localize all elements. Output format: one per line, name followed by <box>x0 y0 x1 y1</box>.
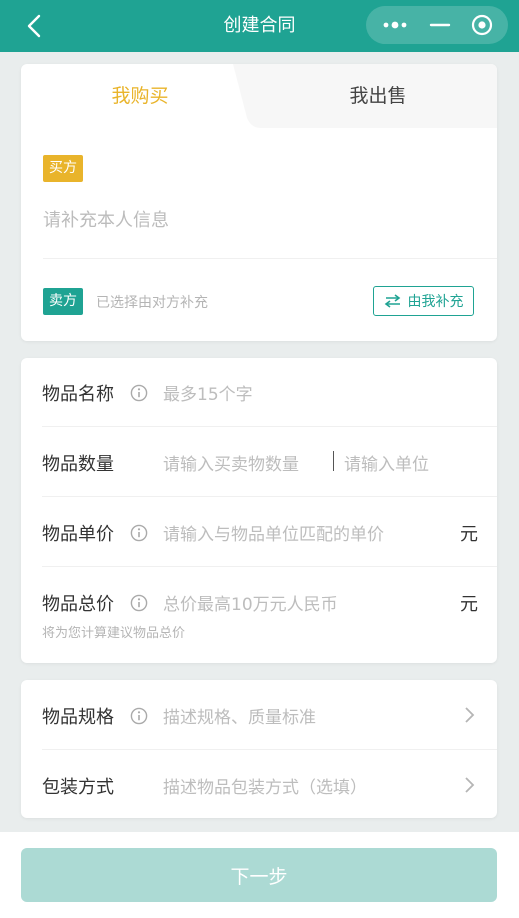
info-icon[interactable] <box>130 524 148 542</box>
item-name-input[interactable]: 最多15个字 <box>163 380 253 405</box>
item-packaging-input[interactable]: 描述物品包装方式（选填） <box>163 773 367 798</box>
item-name-row[interactable]: 物品名称 最多15个字 <box>21 358 497 427</box>
info-icon[interactable] <box>130 707 148 725</box>
chevron-right-icon <box>465 777 475 793</box>
item-spec-input[interactable]: 描述规格、质量标准 <box>163 703 316 728</box>
item-spec-label: 物品规格 <box>42 707 114 728</box>
item-unit-price-input[interactable]: 请输入与物品单位匹配的单价 <box>163 520 384 545</box>
item-total-price-label: 物品总价 <box>42 594 114 615</box>
info-icon[interactable] <box>130 384 148 402</box>
role-tabs: 我购买 我出售 <box>21 64 497 128</box>
item-unit-price-row[interactable]: 物品单价 请输入与物品单位匹配的单价 元 <box>21 497 497 566</box>
buyer-info-input[interactable]: 请补充本人信息 <box>43 206 169 232</box>
party-card: 我购买 我出售 买方 请补充本人信息 卖方 已选择由对方补充 由我补充 <box>21 64 497 341</box>
info-icon[interactable] <box>130 594 148 612</box>
item-quantity-label: 物品数量 <box>42 454 114 475</box>
currency-unit: 元 <box>460 594 478 615</box>
item-packaging-row[interactable]: 包装方式 描述物品包装方式（选填） <box>21 750 497 818</box>
swap-arrows-icon <box>384 294 400 308</box>
seller-note: 已选择由对方补充 <box>96 295 208 311</box>
item-detail-card: 物品规格 描述规格、质量标准 包装方式 描述物品包装方式（选填） <box>21 680 497 818</box>
fill-by-me-label: 由我补充 <box>407 294 464 310</box>
item-info-card: 物品名称 最多15个字 物品数量 请输入买卖物数量 请输入单位 物品单价 请输入… <box>21 358 497 663</box>
unit-separator <box>333 451 334 471</box>
buyer-badge: 买方 <box>43 155 83 182</box>
fill-by-me-button[interactable]: 由我补充 <box>373 286 474 316</box>
item-packaging-label: 包装方式 <box>42 777 114 798</box>
divider <box>43 258 497 259</box>
chevron-right-icon <box>465 707 475 723</box>
seller-badge: 卖方 <box>43 288 83 315</box>
target-icon[interactable] <box>471 14 493 36</box>
item-spec-row[interactable]: 物品规格 描述规格、质量标准 <box>21 680 497 749</box>
currency-unit: 元 <box>460 524 478 545</box>
item-quantity-input[interactable]: 请输入买卖物数量 <box>163 450 299 475</box>
tab-sell[interactable]: 我出售 <box>259 64 497 128</box>
total-price-hint: 将为您计算建议物品总价 <box>42 626 186 641</box>
item-total-price-input[interactable]: 总价最高10万元人民币 <box>163 590 338 615</box>
more-dots-icon[interactable] <box>380 16 414 34</box>
navigation-bar: 创建合同 <box>0 0 519 52</box>
item-unit-input[interactable]: 请输入单位 <box>344 450 429 475</box>
footer-bar: 下一步 <box>0 832 519 918</box>
item-unit-price-label: 物品单价 <box>42 524 114 545</box>
mini-program-capsule <box>366 6 508 44</box>
tab-buy[interactable]: 我购买 <box>21 64 259 128</box>
next-step-button[interactable]: 下一步 <box>21 848 497 902</box>
item-name-label: 物品名称 <box>42 384 114 405</box>
minus-icon[interactable] <box>429 14 451 36</box>
